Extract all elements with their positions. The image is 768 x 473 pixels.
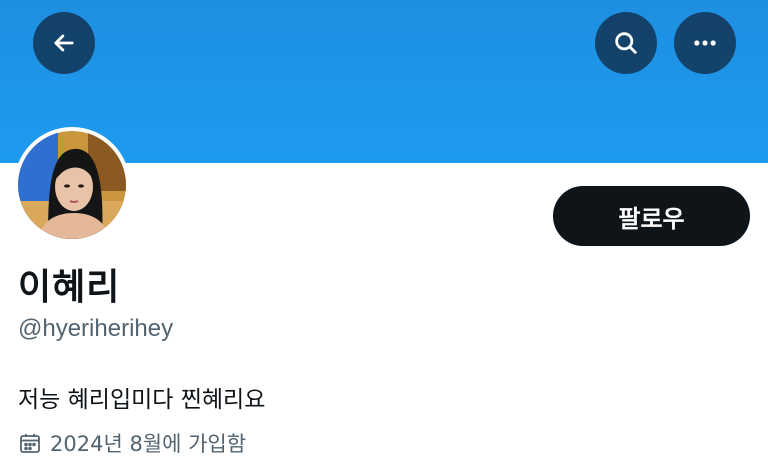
avatar-photo <box>18 131 126 239</box>
more-options-button[interactable] <box>674 12 736 74</box>
more-horizontal-icon <box>694 40 716 46</box>
back-button[interactable] <box>33 12 95 74</box>
profile-banner[interactable] <box>0 0 768 163</box>
profile-bio: 저능 혜리입미다 찐혜리요 <box>18 387 266 413</box>
display-name: 이혜리 <box>18 267 121 308</box>
avatar[interactable] <box>14 127 130 243</box>
follow-button[interactable]: 팔로우 <box>553 186 750 246</box>
search-button[interactable] <box>595 12 657 74</box>
username-handle: @hyeriherihey <box>18 315 174 342</box>
calendar-icon <box>20 434 40 453</box>
joined-date: 2024년 8월에 가입함 <box>18 428 246 458</box>
joined-date-text: 2024년 8월에 가입함 <box>50 432 247 456</box>
search-icon <box>615 32 637 54</box>
arrow-left-icon <box>54 34 74 52</box>
